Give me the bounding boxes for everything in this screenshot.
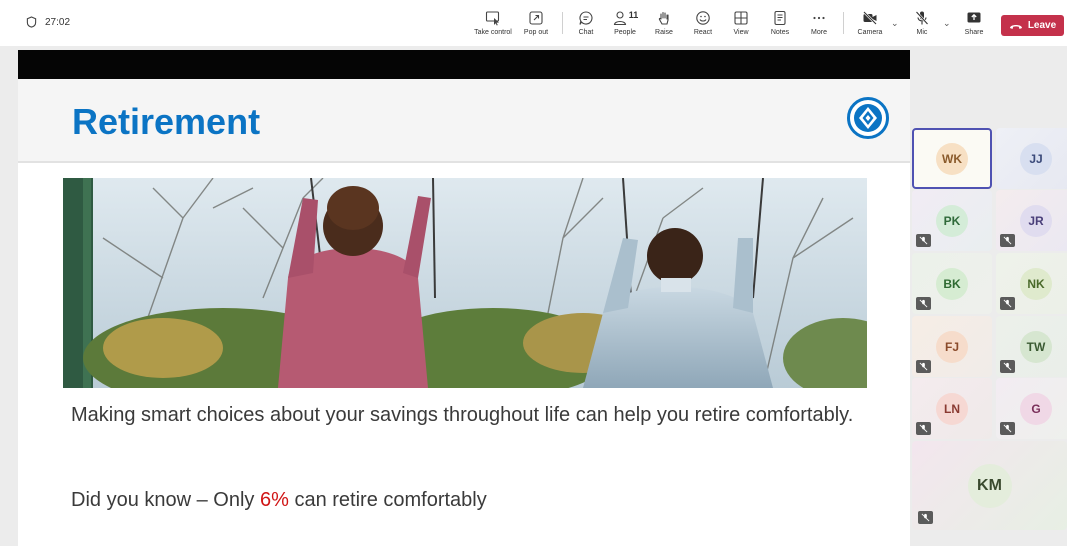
meeting-timer: 27:02 <box>26 16 70 28</box>
participant-tile-wk[interactable]: WK <box>912 128 992 189</box>
avatar: TW <box>1020 330 1052 363</box>
muted-mic-icon <box>1000 422 1015 435</box>
participant-tile-km[interactable]: KM <box>912 441 1067 530</box>
notes-label: Notes <box>770 29 790 36</box>
pop-out-button[interactable]: Pop out <box>514 10 558 42</box>
muted-mic-icon <box>916 234 931 247</box>
muted-mic-icon <box>1000 234 1015 247</box>
raise-hand-icon <box>658 11 669 25</box>
participant-tile-nk[interactable]: NK <box>996 253 1067 314</box>
raise-label: Raise <box>655 29 673 36</box>
more-label: More <box>811 29 827 36</box>
take-control-label: Take control <box>474 29 512 36</box>
participant-tile-pk[interactable]: PK <box>912 190 992 251</box>
slide-title: Retirement <box>72 101 261 142</box>
meeting-window: 27:02 Take control Pop out Chat 11 Peopl… <box>0 0 1067 546</box>
mic-off-icon <box>915 11 929 25</box>
camera-off-icon <box>863 11 877 25</box>
participant-tile-tw[interactable]: TW <box>996 316 1067 377</box>
company-logo-icon <box>847 97 889 139</box>
take-control-icon <box>485 11 500 26</box>
notes-button[interactable]: Notes <box>758 10 802 42</box>
timer-text: 27:02 <box>45 16 71 28</box>
phone-hangup-icon <box>1009 24 1022 29</box>
mic-button[interactable]: Mic <box>900 10 944 42</box>
participant-tile-g[interactable]: G <box>996 378 1067 439</box>
avatar: KM <box>967 463 1012 508</box>
notes-icon <box>774 10 786 26</box>
participant-tile-bk[interactable]: BK <box>912 253 992 314</box>
people-button[interactable]: 11 People <box>603 10 647 42</box>
slide-fact: Did you know – Only 6% can retire comfor… <box>71 489 487 512</box>
muted-mic-icon <box>916 422 931 435</box>
participant-tile-jj[interactable]: JJ <box>996 128 1067 189</box>
pop-out-icon <box>529 11 543 25</box>
retirement-couple-on-swings-photo <box>63 178 867 388</box>
chat-icon <box>579 11 593 25</box>
muted-mic-icon <box>916 297 931 310</box>
slide-caption: Making smart choices about your savings … <box>71 404 854 426</box>
toolbar-divider <box>562 12 563 34</box>
shared-screen: Retirement Making smart choices about yo… <box>18 50 910 546</box>
take-control-button[interactable]: Take control <box>471 10 515 42</box>
toolbar-divider <box>843 12 844 34</box>
pop-out-label: Pop out <box>523 29 549 36</box>
avatar: JJ <box>1020 142 1052 175</box>
fact-percentage: 6% <box>259 489 289 511</box>
muted-mic-icon <box>1000 297 1015 310</box>
avatar: FJ <box>936 330 968 363</box>
more-button[interactable]: More <box>797 10 841 42</box>
chat-button[interactable]: Chat <box>564 10 608 42</box>
muted-mic-icon <box>1000 360 1015 373</box>
people-label: People <box>614 29 636 36</box>
view-label: View <box>733 29 749 36</box>
camera-options-chevron-icon[interactable]: ⌄ <box>891 18 899 29</box>
camera-button[interactable]: Camera <box>848 10 892 42</box>
participant-tile-ln[interactable]: LN <box>912 378 992 439</box>
shield-icon <box>26 16 37 28</box>
view-button[interactable]: View <box>719 10 763 42</box>
more-icon <box>813 16 825 20</box>
avatar: LN <box>936 392 968 425</box>
share-label: Share <box>964 29 984 36</box>
avatar: NK <box>1020 267 1052 300</box>
avatar: WK <box>936 142 968 175</box>
mic-label: Mic <box>916 29 928 36</box>
avatar: G <box>1020 392 1052 425</box>
muted-mic-icon <box>918 511 933 524</box>
slide-header: Retirement <box>18 79 910 163</box>
participant-tile-jr[interactable]: JR <box>996 190 1067 251</box>
meeting-toolbar: 27:02 Take control Pop out Chat 11 Peopl… <box>0 0 1067 46</box>
muted-mic-icon <box>916 360 931 373</box>
raise-hand-button[interactable]: Raise <box>642 10 686 42</box>
participant-tile-fj[interactable]: FJ <box>912 316 992 377</box>
smiley-icon <box>696 11 710 25</box>
share-button[interactable]: Share <box>952 10 996 42</box>
react-label: React <box>693 29 713 36</box>
avatar: PK <box>936 204 968 237</box>
people-count: 11 <box>628 10 639 20</box>
avatar: BK <box>936 267 968 300</box>
screen-share-letterbox <box>18 50 910 79</box>
people-icon <box>613 11 626 26</box>
leave-label: Leave <box>1027 20 1057 31</box>
grid-view-icon <box>734 11 748 25</box>
share-icon <box>967 12 981 23</box>
mic-options-chevron-icon[interactable]: ⌄ <box>943 18 951 29</box>
camera-label: Camera <box>857 29 883 36</box>
leave-button[interactable]: Leave <box>1001 15 1064 36</box>
fact-suffix: can retire comfortably <box>288 489 487 511</box>
chat-label: Chat <box>578 29 594 36</box>
fact-prefix: Did you know – Only <box>71 489 260 511</box>
avatar: JR <box>1020 204 1052 237</box>
